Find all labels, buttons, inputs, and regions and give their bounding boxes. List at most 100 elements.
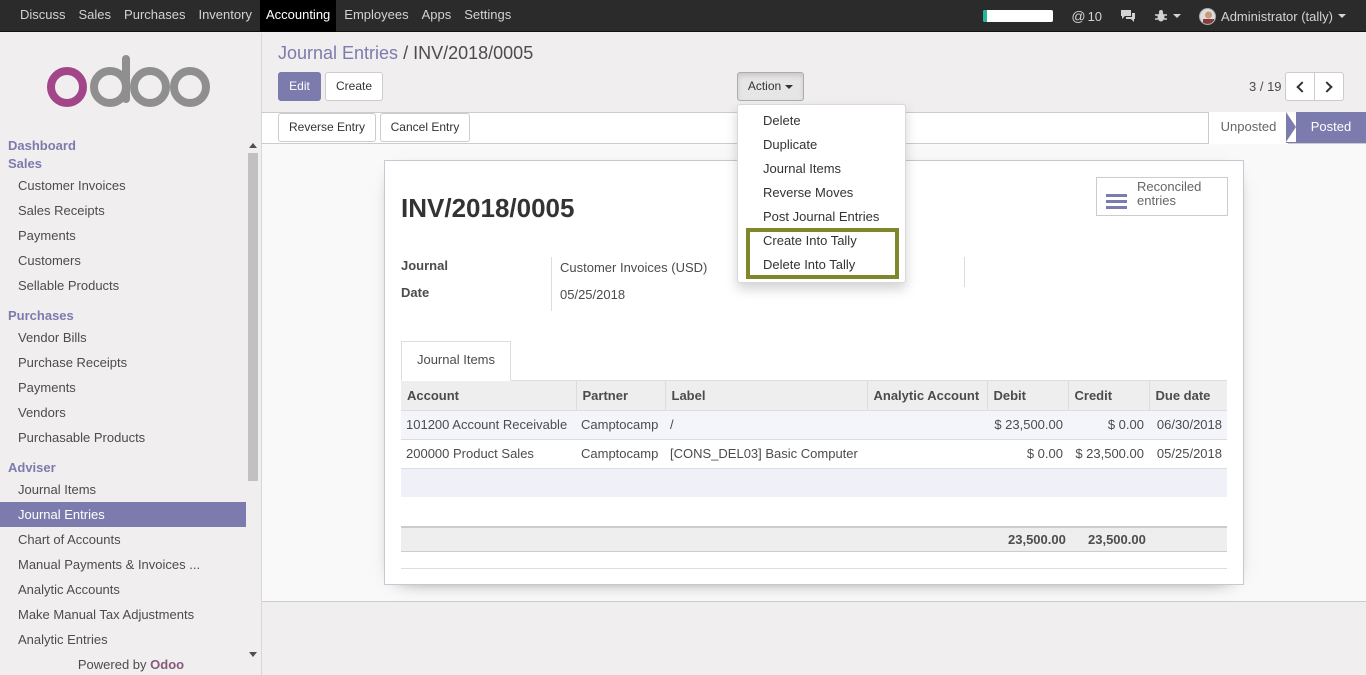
sidebar-menu: Dashboard Sales Customer Invoices Sales … bbox=[0, 137, 246, 657]
date-label: Date bbox=[401, 285, 430, 300]
reverse-entry-button[interactable]: Reverse Entry bbox=[278, 113, 376, 142]
column-header-credit[interactable]: Credit bbox=[1067, 381, 1149, 410]
powered-by-text: Powered by bbox=[77, 657, 147, 672]
menu-inventory[interactable]: Inventory bbox=[193, 0, 256, 32]
action-post-journal-entries[interactable]: Post Journal Entries bbox=[738, 205, 905, 229]
cell-credit: $ 23,500.00 bbox=[1068, 438, 1149, 468]
list-icon bbox=[1106, 194, 1127, 212]
action-reverse-moves[interactable]: Reverse Moves bbox=[738, 181, 905, 205]
sidebar-scrollbar[interactable] bbox=[246, 139, 260, 659]
user-name: Administrator (tally) bbox=[1221, 8, 1333, 24]
action-delete[interactable]: Delete bbox=[738, 109, 905, 133]
cell-label: / bbox=[665, 409, 867, 439]
date-value[interactable]: 05/25/2018 bbox=[560, 287, 625, 302]
powered-by-brand[interactable]: Odoo bbox=[150, 657, 184, 672]
sidebar: Dashboard Sales Customer Invoices Sales … bbox=[0, 33, 262, 675]
avatar bbox=[1199, 7, 1217, 25]
sidebar-section-purchases: Purchases bbox=[8, 308, 74, 323]
cell-analytic-account bbox=[867, 409, 987, 439]
sidebar-item-journal-entries[interactable]: Journal Entries bbox=[0, 502, 246, 527]
sidebar-item-sellable-products[interactable]: Sellable Products bbox=[0, 273, 246, 298]
status-posted-label: Posted bbox=[1310, 119, 1352, 134]
column-header-partner[interactable]: Partner bbox=[575, 381, 665, 410]
caret-down-icon bbox=[785, 84, 794, 89]
debug-bug-icon[interactable] bbox=[1154, 9, 1182, 23]
onboarding-progress-bar[interactable] bbox=[983, 10, 1054, 22]
menu-employees[interactable]: Employees bbox=[339, 0, 413, 32]
sidebar-item-tax-adjustments[interactable]: Make Manual Tax Adjustments bbox=[0, 602, 246, 627]
pager-value[interactable]: 3 / 19 bbox=[1249, 79, 1282, 94]
cell-credit: $ 0.00 bbox=[1068, 409, 1149, 439]
sidebar-item-customers[interactable]: Customers bbox=[0, 248, 246, 273]
edit-button[interactable]: Edit bbox=[278, 72, 321, 101]
sidebar-item-vendors[interactable]: Vendors bbox=[0, 400, 246, 425]
sidebar-item-journal-items[interactable]: Journal Items bbox=[0, 477, 246, 502]
sidebar-item-chart-of-accounts[interactable]: Chart of Accounts bbox=[0, 527, 246, 552]
menu-sales[interactable]: Sales bbox=[74, 0, 117, 32]
cell-debit: $ 0.00 bbox=[987, 438, 1068, 468]
reconciled-entries-button[interactable]: Reconciled entries bbox=[1096, 177, 1228, 216]
pager-next-button[interactable] bbox=[1314, 72, 1344, 101]
column-header-due-date[interactable]: Due date bbox=[1148, 381, 1227, 410]
menu-purchases[interactable]: Purchases bbox=[119, 0, 190, 32]
action-duplicate[interactable]: Duplicate bbox=[738, 133, 905, 157]
column-header-label[interactable]: Label bbox=[664, 381, 867, 410]
pager-previous-button[interactable] bbox=[1285, 72, 1315, 101]
cell-partner: Camptocamp bbox=[576, 409, 665, 439]
chat-icon[interactable] bbox=[1120, 9, 1136, 23]
cell-due-date: 05/25/2018 bbox=[1149, 438, 1227, 468]
sidebar-item-manual-payments[interactable]: Manual Payments & Invoices ... bbox=[0, 552, 246, 577]
create-button[interactable]: Create bbox=[325, 72, 383, 101]
progress-fill bbox=[983, 10, 987, 22]
column-header-account[interactable]: Account bbox=[401, 381, 576, 410]
cancel-entry-button[interactable]: Cancel Entry bbox=[380, 113, 470, 142]
highlight-annotation-box bbox=[746, 228, 899, 279]
column-header-analytic-account[interactable]: Analytic Account bbox=[866, 381, 987, 410]
sidebar-section-sales: Sales bbox=[8, 156, 42, 171]
sidebar-item-purchase-payments[interactable]: Payments bbox=[0, 375, 246, 400]
status-posted: Posted bbox=[1286, 112, 1366, 143]
breadcrumb-parent[interactable]: Journal Entries bbox=[278, 43, 398, 63]
breadcrumb-separator: / bbox=[403, 43, 409, 63]
powered-by: Powered by Odoo bbox=[0, 657, 262, 672]
user-menu[interactable]: Administrator (tally) bbox=[1199, 7, 1346, 25]
column-header-debit[interactable]: Debit bbox=[986, 381, 1068, 410]
chevron-right-icon bbox=[1321, 81, 1333, 93]
status-unposted[interactable]: Unposted bbox=[1208, 112, 1288, 144]
table-row[interactable]: 200000 Product Sales Camptocamp [CONS_DE… bbox=[401, 438, 1227, 468]
sidebar-item-analytic-entries[interactable]: Analytic Entries bbox=[0, 627, 246, 652]
table-totals-row: 23,500.00 23,500.00 bbox=[401, 526, 1227, 552]
sidebar-section-dashboard[interactable]: Dashboard bbox=[0, 137, 246, 155]
journal-label: Journal bbox=[401, 258, 448, 273]
cell-label: [CONS_DEL03] Basic Computer bbox=[665, 438, 867, 468]
sidebar-item-sales-payments[interactable]: Payments bbox=[0, 223, 246, 248]
sidebar-item-vendor-bills[interactable]: Vendor Bills bbox=[0, 325, 246, 350]
systray: @ 10 Administrator (tally) bbox=[983, 0, 1366, 32]
menu-accounting[interactable]: Accounting bbox=[259, 0, 337, 32]
chevron-left-icon bbox=[1296, 81, 1308, 93]
mentions-count: 10 bbox=[1087, 8, 1103, 24]
total-debit: 23,500.00 bbox=[1008, 532, 1066, 547]
scroll-thumb[interactable] bbox=[248, 153, 258, 481]
menu-apps[interactable]: Apps bbox=[417, 0, 457, 32]
sidebar-item-sales-receipts[interactable]: Sales Receipts bbox=[0, 198, 246, 223]
journal-items-table: Account Partner Label Analytic Account D… bbox=[401, 381, 1227, 497]
mentions-indicator[interactable]: @ 10 bbox=[1071, 8, 1102, 24]
tab-journal-items[interactable]: Journal Items bbox=[401, 341, 511, 381]
menu-discuss[interactable]: Discuss bbox=[15, 0, 71, 32]
odoo-logo[interactable] bbox=[45, 53, 215, 116]
cell-due-date: 06/30/2018 bbox=[1149, 409, 1227, 439]
journal-value[interactable]: Customer Invoices (USD) bbox=[560, 260, 707, 275]
menu-settings[interactable]: Settings bbox=[459, 0, 516, 32]
action-dropdown-button[interactable]: Action bbox=[737, 72, 804, 101]
table-row[interactable]: 101200 Account Receivable Camptocamp / $… bbox=[401, 409, 1227, 439]
sidebar-item-purchasable-products[interactable]: Purchasable Products bbox=[0, 425, 246, 450]
sidebar-item-purchase-receipts[interactable]: Purchase Receipts bbox=[0, 350, 246, 375]
sidebar-item-analytic-accounts[interactable]: Analytic Accounts bbox=[0, 577, 246, 602]
sidebar-item-customer-invoices[interactable]: Customer Invoices bbox=[0, 173, 246, 198]
page-title: INV/2018/0005 bbox=[401, 193, 575, 223]
scroll-up-icon[interactable] bbox=[249, 143, 257, 148]
action-journal-items[interactable]: Journal Items bbox=[738, 157, 905, 181]
top-navbar: Discuss Sales Purchases Inventory Accoun… bbox=[0, 0, 1366, 32]
entries-label: entries bbox=[1137, 193, 1177, 208]
